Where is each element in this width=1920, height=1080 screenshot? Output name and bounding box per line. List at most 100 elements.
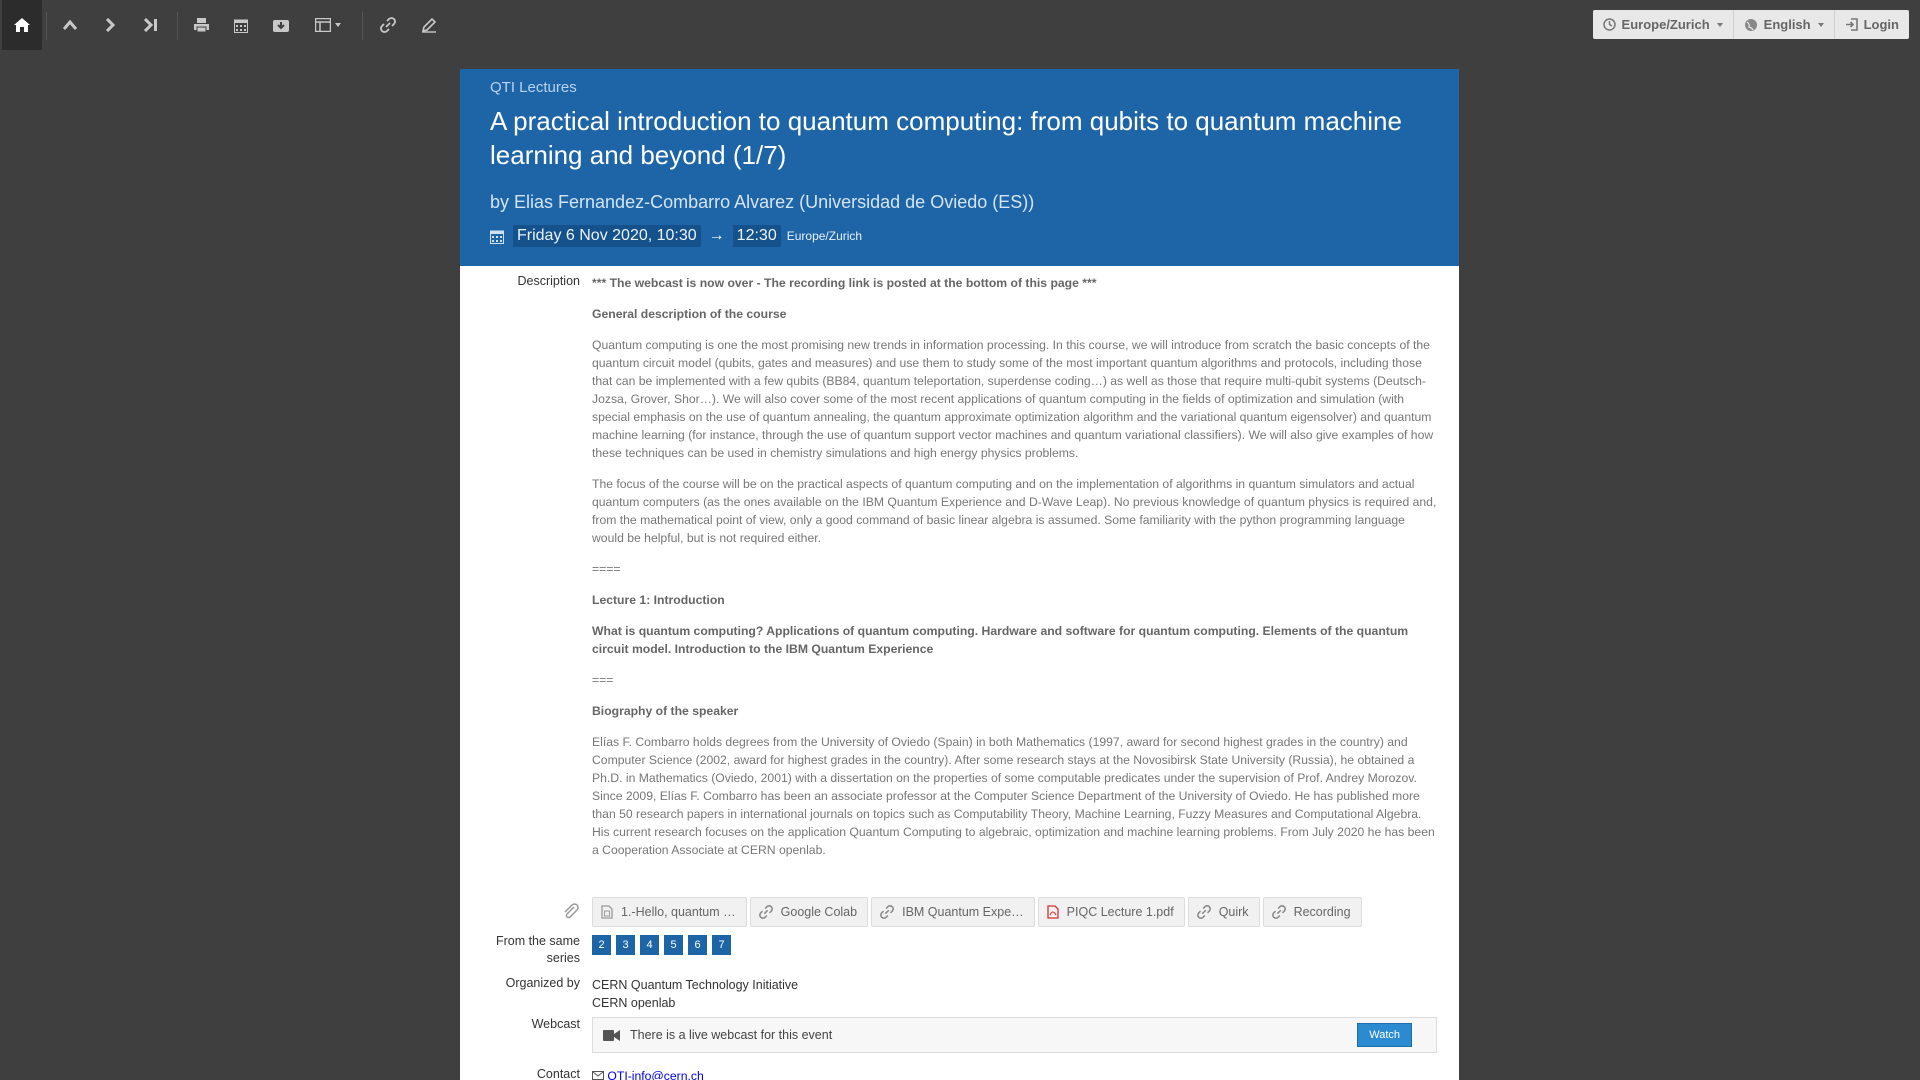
webcast-text: There is a live webcast for this event <box>630 1028 833 1042</box>
description-label: Description <box>517 274 580 288</box>
last-button[interactable] <box>133 4 169 46</box>
next-button[interactable] <box>92 4 128 46</box>
webcast-box: There is a live webcast for this event W… <box>592 1017 1437 1053</box>
description-row: Description *** The webcast is now over … <box>460 274 1437 872</box>
session-bar: Europe/Zurich English Login <box>1592 10 1909 39</box>
course-description: Quantum computing is one the most promis… <box>592 338 1434 460</box>
series-link[interactable]: 6 <box>688 935 707 955</box>
calendar-button[interactable] <box>223 4 259 46</box>
series-name[interactable]: QTI Lectures <box>490 79 1429 96</box>
event-title: A practical introduction to quantum comp… <box>490 106 1402 170</box>
speaker-biography: Elías F. Combarro holds degrees from the… <box>592 735 1435 857</box>
edit-button[interactable] <box>411 4 447 46</box>
webcast-row: Webcast There is a live webcast for this… <box>460 1017 1437 1053</box>
attachment-list: 1.-Hello, quantum … Google Colab IBM Qua… <box>592 897 1365 927</box>
language-label: English <box>1763 17 1811 32</box>
language-selector[interactable]: English <box>1732 10 1834 39</box>
contact-email[interactable]: QTI-info@cern.ch <box>607 1069 703 1080</box>
chevron-down-icon <box>1716 22 1723 27</box>
login-icon <box>1845 18 1858 31</box>
link-icon <box>758 905 773 919</box>
series-link[interactable]: 4 <box>640 935 659 955</box>
same-series-label-line: From the same <box>495 934 580 948</box>
skip-last-icon <box>144 18 157 32</box>
attachment-label: Google Colab <box>780 905 858 919</box>
attachment-item[interactable]: Quirk <box>1187 897 1260 927</box>
series-link[interactable]: 7 <box>712 935 731 955</box>
attachments-label <box>460 902 592 923</box>
same-series-row: From the same series 2 3 4 5 6 7 <box>460 933 736 967</box>
attachment-item[interactable]: PIQC Lecture 1.pdf <box>1037 897 1185 927</box>
paperclip-icon <box>564 902 579 918</box>
attachment-label: PIQC Lecture 1.pdf <box>1066 905 1174 919</box>
course-heading: General description of the course <box>592 307 787 321</box>
attachment-label: Quirk <box>1218 905 1249 919</box>
pdf-icon <box>1047 905 1059 919</box>
watch-button[interactable]: Watch <box>1357 1023 1412 1047</box>
event-panel: QTI Lectures A practical introduction to… <box>460 69 1459 1080</box>
toolbar-divider <box>362 12 363 40</box>
chevron-down-icon <box>1817 22 1824 27</box>
arrow-up-icon <box>63 20 77 30</box>
event-timezone: Europe/Zurich <box>786 229 863 243</box>
file-icon <box>601 905 613 919</box>
organized-label: Organized by <box>505 976 580 990</box>
layout-icon <box>315 18 331 32</box>
series-link[interactable]: 5 <box>664 935 683 955</box>
event-dates: Friday 6 Nov 2020, 10:30 → 12:30 Europe/… <box>490 225 1429 247</box>
description-body: *** The webcast is now over - The record… <box>592 274 1437 872</box>
organizer: CERN Quantum Technology Initiative <box>592 978 799 992</box>
download-button[interactable] <box>263 4 299 46</box>
clock-icon <box>1602 18 1616 31</box>
edit-icon <box>421 17 437 33</box>
login-label: Login <box>1863 17 1899 32</box>
link-icon <box>880 905 895 919</box>
up-button[interactable] <box>52 4 88 46</box>
series-link[interactable]: 3 <box>616 935 635 955</box>
toolbar-divider <box>177 12 178 40</box>
attachment-item[interactable]: 1.-Hello, quantum … <box>592 897 747 927</box>
biography-heading: Biography of the speaker <box>592 704 739 718</box>
series-links: 2 3 4 5 6 7 <box>592 935 736 967</box>
timezone-label: Europe/Zurich <box>1621 17 1710 32</box>
print-button[interactable] <box>183 4 219 46</box>
print-icon <box>193 18 209 32</box>
attachment-item[interactable]: Recording <box>1262 897 1362 927</box>
download-icon <box>273 20 289 32</box>
link-icon <box>1196 905 1211 919</box>
home-icon <box>14 18 30 32</box>
attachment-item[interactable]: Google Colab <box>749 897 869 927</box>
video-camera-icon <box>603 1029 620 1041</box>
contact-info: QTI-info@cern.ch <box>592 1067 1437 1080</box>
event-header: QTI Lectures A practical introduction to… <box>460 69 1459 266</box>
same-series-label: From the same series <box>460 933 592 967</box>
timezone-selector[interactable]: Europe/Zurich <box>1593 10 1733 39</box>
layout-menu-button[interactable] <box>308 4 348 46</box>
toolbar-divider <box>46 12 47 40</box>
end-time: 12:30 <box>732 225 781 247</box>
organizers: CERN Quantum Technology Initiative CERN … <box>592 976 1437 1012</box>
webcast-notice: *** The webcast is now over - The record… <box>592 276 1097 290</box>
lecture-heading: Lecture 1: Introduction <box>592 593 725 607</box>
attachment-item[interactable]: IBM Quantum Expe… <box>871 897 1035 927</box>
separator-text: === <box>592 673 614 687</box>
course-focus: The focus of the course will be on the p… <box>592 477 1437 545</box>
link-icon <box>380 17 396 33</box>
login-button[interactable]: Login <box>1833 10 1909 39</box>
contact-label: Contact <box>536 1067 580 1080</box>
contact-row: Contact QTI-info@cern.ch <box>460 1067 1437 1080</box>
lecture-topics: What is quantum computing? Applications … <box>592 624 1409 656</box>
attachments-row: 1.-Hello, quantum … Google Colab IBM Qua… <box>460 897 1365 927</box>
chevron-right-icon <box>105 18 115 32</box>
calendar-icon <box>490 230 504 244</box>
series-link[interactable]: 2 <box>592 935 611 955</box>
separator-text: ==== <box>592 562 621 576</box>
organized-row: Organized by CERN Quantum Technology Ini… <box>460 976 1437 1012</box>
top-toolbar: Europe/Zurich English Login <box>0 0 1920 51</box>
globe-icon <box>1744 18 1757 31</box>
event-speaker: by Elias Fernandez-Combarro Alvarez (Uni… <box>490 192 1035 212</box>
date-arrow: → <box>708 227 725 244</box>
link-button[interactable] <box>370 4 406 46</box>
home-button[interactable] <box>2 0 42 50</box>
envelope-icon <box>592 1071 604 1080</box>
